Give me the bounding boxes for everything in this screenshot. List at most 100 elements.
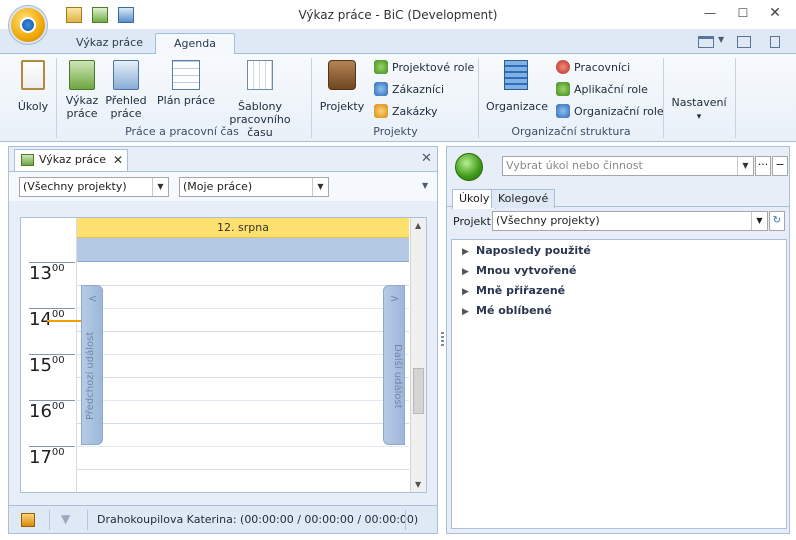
calculator-icon[interactable] [770,36,780,48]
projekty-button[interactable]: Projekty [318,60,366,113]
calendar-plan-icon [172,60,200,90]
worklog-icon [69,60,95,90]
tab-close-icon[interactable]: ✕ [113,150,123,170]
nastaveni-dropdown-icon: ▾ [696,112,702,122]
filter-icon[interactable]: ▼ [61,512,70,526]
chevron-down-icon[interactable]: ▼ [152,178,168,196]
project-filter-select[interactable]: (Všechny projekty) ▼ [19,177,169,197]
next-event-button[interactable]: > Další událost [383,285,405,445]
tasks-pane: Vybrat úkol nebo činnost ▼ ··· − Úkoly K… [446,146,790,534]
ribbon-separator [478,58,479,138]
project-label: Projekt [453,215,491,228]
briefcase-icon [328,60,356,90]
status-separator [49,510,50,530]
restore-windows-icon[interactable] [737,36,751,48]
expand-icon[interactable]: ▶ [462,307,476,317]
calendar-scrollbar[interactable]: ▲ ▼ [410,218,426,492]
window-title: Výkaz práce - BiC (Development) [298,8,498,22]
pane-splitter[interactable] [441,332,444,346]
ukoly-button[interactable]: Úkoly [14,60,52,113]
time-slot-line [77,377,409,378]
time-slot-line [77,285,409,286]
hour-label: 1400 [29,308,75,330]
overview-icon [113,60,139,90]
start-task-icon[interactable] [455,153,483,181]
ribbon-separator [311,58,312,138]
vykaz-prace-button[interactable]: Výkaz práce [62,60,102,120]
project-select[interactable]: (Všechny projekty) ▼ [492,211,768,231]
more-button[interactable]: ··· [755,156,771,176]
tab-vykaz-prace[interactable]: Výkaz práce [58,33,161,55]
day-calendar: 12. srpna 1300 1400 1500 1600 1700 < Pře… [20,217,427,493]
schedule-template-icon [247,60,273,90]
all-day-area[interactable] [77,238,409,262]
status-bar: ▼ Drahokoupilova Katerina: (00:00:00 / 0… [9,505,437,533]
task-tree: ▶ Naposledy použité ▶ Mnou vytvořené ▶ Mně … [451,239,787,529]
status-separator [87,510,88,530]
tree-node-assigned-to-me[interactable]: ▶ Mně přiřazené [462,284,565,297]
tree-node-created-by-me[interactable]: ▶ Mnou vytvořené [462,264,577,277]
ribbon-separator [663,58,664,138]
group-label-org: Organizační struktura [511,125,631,138]
pane-close-icon[interactable]: ✕ [421,151,432,166]
close-button[interactable]: ✕ [758,3,792,23]
filter-bar: (Všechny projekty) ▼ (Moje práce) ▼ ▼ [9,171,437,201]
zakaznici-button[interactable]: Zákazníci [374,81,444,99]
tree-node-favorites[interactable]: ▶ Mé oblíbené [462,304,552,317]
expand-icon[interactable]: ▶ [462,287,476,297]
previous-event-button[interactable]: < Předchozí událost [81,285,103,445]
hour-label: 1600 [29,400,75,422]
ribbon-separator [735,58,736,138]
maximize-button[interactable]: ☐ [730,3,756,23]
zakazky-button[interactable]: Zakázky [374,103,437,121]
day-header[interactable]: 12. srpna [77,218,409,238]
remove-button[interactable]: − [772,156,788,176]
pracovnici-button[interactable]: Pracovníci [556,59,630,77]
doc-tab-vykaz-prace[interactable]: Výkaz práce ✕ [14,149,128,171]
tab-agenda[interactable]: Agenda [155,33,235,55]
application-menu-button[interactable] [9,6,47,44]
tab-kolegove[interactable]: Kolegové [491,189,556,208]
chevron-down-icon[interactable]: ▼ [751,212,767,230]
scroll-thumb[interactable] [413,368,424,414]
sablony-button[interactable]: Šablony pracovního času [218,60,302,139]
prehled-prace-button[interactable]: Přehled práce [104,60,148,120]
ribbon-separator [56,58,57,138]
app-logo-icon [20,17,36,33]
task-select[interactable]: Vybrat úkol nebo činnost ▼ [502,156,754,176]
app-roles-icon [556,82,570,96]
ribbon-tab-bar: Výkaz práce Agenda ▼ [0,30,796,55]
plan-prace-button[interactable]: Plán práce [156,60,216,107]
time-slot-line [77,400,409,401]
chevron-down-icon[interactable]: ▼ [312,178,328,196]
minimize-button[interactable]: — [697,3,723,23]
chevron-down-icon[interactable]: ▼ [737,157,753,175]
layout-dropdown-icon[interactable]: ▼ [718,35,724,44]
time-slot-line [77,423,409,424]
export-icon[interactable] [21,513,35,527]
scroll-down-icon[interactable]: ▼ [415,480,421,489]
status-separator [405,510,406,530]
time-slot-line [77,308,409,309]
aplikacni-role-button[interactable]: Aplikační role [556,81,648,99]
orders-icon [374,104,388,118]
organizace-button[interactable]: Organizace [486,60,548,113]
expand-icon[interactable]: ▶ [462,267,476,277]
layout-icon[interactable] [698,36,714,48]
time-slot-line [77,331,409,332]
filter-menu-icon[interactable]: ▼ [422,181,428,190]
hour-label: 1300 [29,262,75,284]
ribbon: Úkoly Výkaz práce Přehled práce Plán prá… [0,54,796,142]
expand-icon[interactable]: ▶ [462,247,476,257]
projektove-role-button[interactable]: Projektové role [374,59,474,77]
tree-node-recent[interactable]: ▶ Naposledy použité [462,244,591,257]
scroll-up-icon[interactable]: ▲ [415,221,421,230]
hour-label: 1700 [29,446,75,468]
tab-ukoly[interactable]: Úkoly [452,189,497,209]
organizacni-role-button[interactable]: Organizační role [556,103,664,121]
nastaveni-button[interactable]: Nastavení ▾ [668,96,730,124]
group-label-projekty: Projekty [373,125,418,138]
refresh-icon[interactable]: ↻ [769,211,785,231]
time-slot-line [77,354,409,355]
work-filter-select[interactable]: (Moje práce) ▼ [179,177,329,197]
